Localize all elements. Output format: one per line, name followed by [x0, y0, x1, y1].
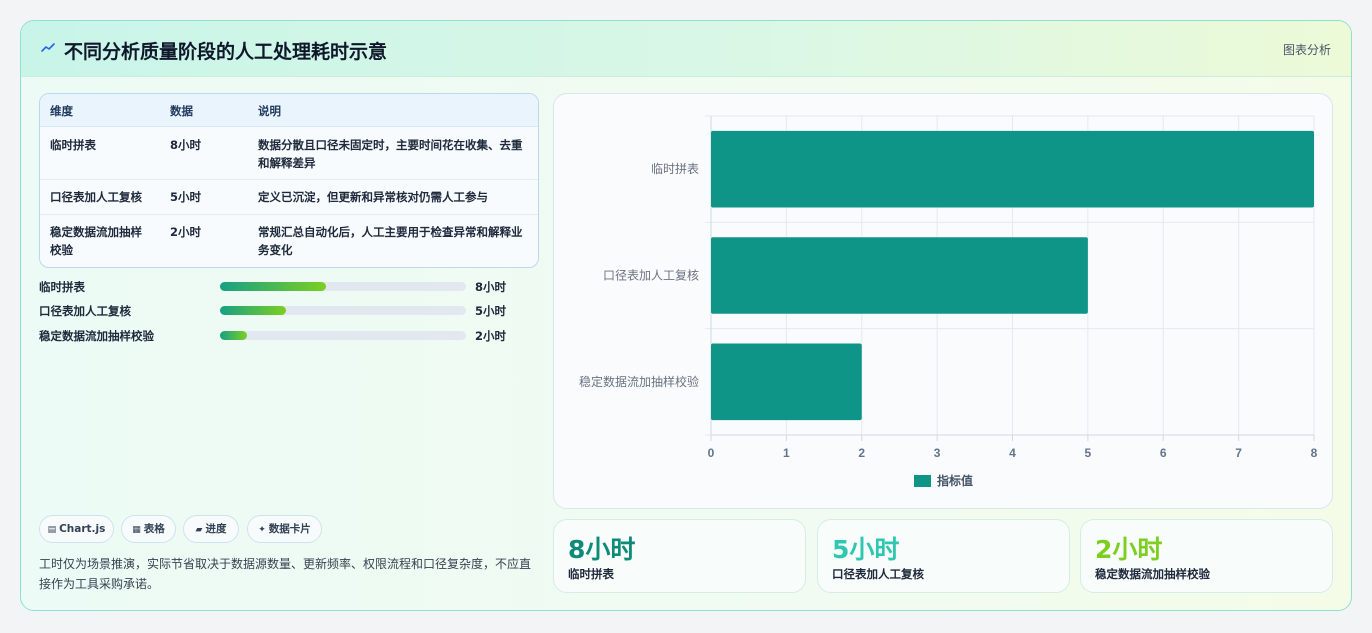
x-tick-label: 8	[1311, 446, 1318, 460]
legend-swatch	[914, 475, 931, 487]
table-cell-description: 定义已沉淀，但更新和异常核对仍需人工参与	[258, 190, 488, 204]
chip-chartjs[interactable]: ▤ Chart.js	[39, 515, 114, 543]
progress-track	[220, 306, 466, 315]
progress-row: 稳定数据流加抽样校验 2小时	[39, 326, 539, 344]
progress-fill	[220, 331, 248, 340]
progress-value: 8小时	[475, 280, 507, 294]
stat-label: 口径表加人工复核	[832, 567, 924, 581]
table-row: 稳定数据流加抽样校验 2小时 常规汇总自动化后，人工主要用于检查异常和解释业务变…	[40, 215, 538, 267]
x-tick-label: 7	[1235, 446, 1242, 460]
column-header-description: 说明	[258, 104, 281, 118]
table-cell-dimension: 口径表加人工复核	[50, 190, 142, 204]
header-tag: 图表分析	[1282, 43, 1331, 57]
bar	[711, 130, 1314, 208]
bar	[711, 343, 862, 421]
progress-icon: ▰	[195, 525, 203, 535]
table-cell-data: 8小时	[170, 138, 202, 152]
bar-chart: 0 1 2 3 4 5 6 7 8 临时拼表口径表加人工复核稳定数据流加抽样校验指标值	[579, 115, 1318, 488]
x-tick-label: 1	[783, 446, 790, 460]
x-tick-label: 3	[934, 446, 941, 460]
table-cell-data: 2小时	[170, 225, 202, 239]
progress-row: 口径表加人工复核 5小时	[39, 301, 539, 319]
chip-data-card[interactable]: ✦ 数据卡片	[247, 515, 322, 543]
column-header-dimension: 维度	[50, 104, 73, 118]
data-table: 维度 数据 说明 临时拼表 8小时 数据分散且口径未固定时，主要时间花在收集、去…	[39, 93, 539, 268]
y-category-label: 口径表加人工复核	[603, 269, 699, 283]
legend-label: 指标值	[937, 473, 973, 488]
card-header: 不同分析质量阶段的人工处理耗时示意 图表分析	[21, 21, 1351, 77]
stat-value: 2小时	[1095, 535, 1163, 564]
chip-label: 数据卡片	[268, 523, 311, 535]
chip-progress[interactable]: ▰ 进度	[183, 515, 239, 543]
table-row: 口径表加人工复核 5小时 定义已沉淀，但更新和异常核对仍需人工参与	[40, 180, 538, 215]
progress-label: 口径表加人工复核	[39, 304, 131, 318]
progress-label: 临时拼表	[39, 280, 85, 294]
stat-card: 5小时 口径表加人工复核	[817, 519, 1070, 593]
chart-icon: ▤	[47, 525, 57, 535]
y-category-label: 临时拼表	[651, 162, 699, 176]
trend-icon	[41, 43, 55, 52]
stat-value: 8小时	[568, 535, 636, 564]
chip-table[interactable]: ▦ 表格	[121, 515, 176, 543]
table-cell-data: 5小时	[170, 190, 202, 204]
table-cell-dimension: 稳定数据流加抽样校验	[50, 225, 142, 257]
progress-track	[220, 282, 466, 291]
table-cell-description: 数据分散且口径未固定时，主要时间花在收集、去重和解释差异	[258, 138, 523, 170]
table-row: 临时拼表 8小时 数据分散且口径未固定时，主要时间花在收集、去重和解释差异	[40, 127, 538, 180]
stat-label: 稳定数据流加抽样校验	[1095, 567, 1210, 581]
table-cell-description: 常规汇总自动化后，人工主要用于检查异常和解释业务变化	[258, 225, 523, 257]
stat-card: 8小时 临时拼表	[553, 519, 806, 593]
table-cell-dimension: 临时拼表	[50, 138, 96, 152]
bar	[711, 237, 1088, 314]
column-header-data: 数据	[170, 104, 193, 118]
stat-card: 2小时 稳定数据流加抽样校验	[1080, 519, 1333, 593]
x-tick-label: 6	[1160, 446, 1167, 460]
bar-chart-panel: 0 1 2 3 4 5 6 7 8 临时拼表口径表加人工复核稳定数据流加抽样校验指标值	[553, 93, 1333, 509]
progress-fill	[220, 282, 326, 291]
chip-label: 表格	[143, 523, 165, 535]
y-category-label: 稳定数据流加抽样校验	[579, 374, 699, 389]
progress-value: 2小时	[475, 329, 507, 343]
x-tick-label: 4	[1009, 446, 1016, 460]
stat-label: 临时拼表	[568, 567, 614, 581]
x-tick-label: 0	[708, 446, 715, 460]
stat-value: 5小时	[832, 535, 900, 564]
progress-label: 稳定数据流加抽样校验	[39, 329, 154, 343]
dashboard-card: 不同分析质量阶段的人工处理耗时示意 图表分析 维度 数据 说明 临时拼表 8小时…	[20, 20, 1352, 611]
x-tick-label: 2	[858, 446, 865, 460]
table-header: 维度 数据 说明	[40, 94, 538, 127]
chip-label: Chart.js	[59, 523, 106, 535]
progress-fill	[220, 306, 287, 315]
disclaimer-note: 工时仅为场景推演，实际节省取决于数据源数量、更新频率、权限流程和口径复杂度，不应…	[39, 557, 532, 591]
progress-value: 5小时	[475, 304, 507, 318]
chip-label: 进度	[205, 523, 227, 535]
progress-row: 临时拼表 8小时	[39, 277, 539, 295]
table-icon: ▦	[132, 525, 141, 535]
x-tick-label: 5	[1085, 446, 1092, 460]
progress-track	[220, 331, 466, 340]
sparkle-icon: ✦	[258, 525, 266, 535]
page-title: 不同分析质量阶段的人工处理耗时示意	[64, 41, 388, 63]
